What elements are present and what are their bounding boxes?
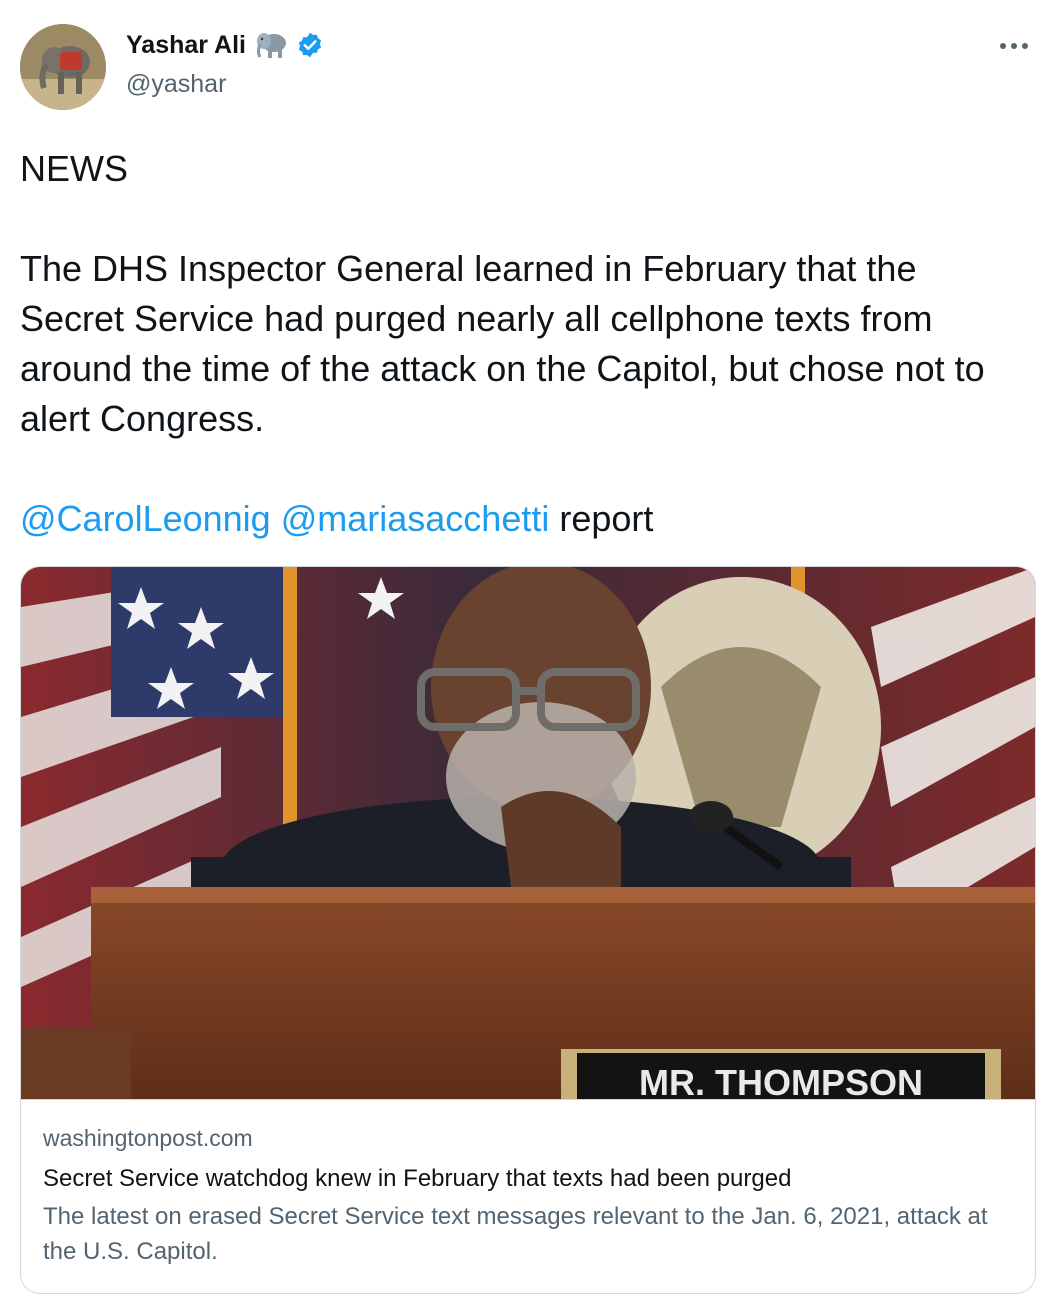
user-handle[interactable]: @yashar <box>126 70 226 99</box>
tweet-text: NEWS The DHS Inspector General learned i… <box>20 144 1020 544</box>
more-options-icon[interactable] <box>996 32 1032 60</box>
tweet-headline: NEWS <box>20 148 128 189</box>
hearing-photo: MR. THOMPSON <box>21 567 1035 1099</box>
tweet-credit-line: @CarolLeonnig @mariasacchetti report <box>20 494 1020 544</box>
card-title: Secret Service watchdog knew in February… <box>43 1165 792 1192</box>
baby-elephant-avatar <box>20 24 106 110</box>
avatar[interactable] <box>20 24 106 110</box>
tweet-body: The DHS Inspector General learned in Feb… <box>20 248 985 439</box>
card-meta: washingtonpost.com Secret Service watchd… <box>43 1123 1013 1269</box>
display-name[interactable]: Yashar Ali <box>126 31 246 60</box>
mention-mariasacchetti[interactable]: @mariasacchetti <box>281 498 550 539</box>
tweet-suffix: report <box>559 498 654 539</box>
elephant-icon <box>254 30 288 60</box>
card-image[interactable]: MR. THOMPSON <box>21 567 1035 1100</box>
verified-badge-icon <box>296 31 324 59</box>
card-domain: washingtonpost.com <box>43 1125 253 1151</box>
nameplate-text: MR. THOMPSON <box>639 1062 923 1099</box>
card-description: The latest on erased Secret Service text… <box>43 1203 988 1265</box>
mention-carolleonnig[interactable]: @CarolLeonnig <box>20 498 271 539</box>
link-preview-card[interactable]: MR. THOMPSON washingtonpost.com Secret S… <box>20 566 1036 1294</box>
